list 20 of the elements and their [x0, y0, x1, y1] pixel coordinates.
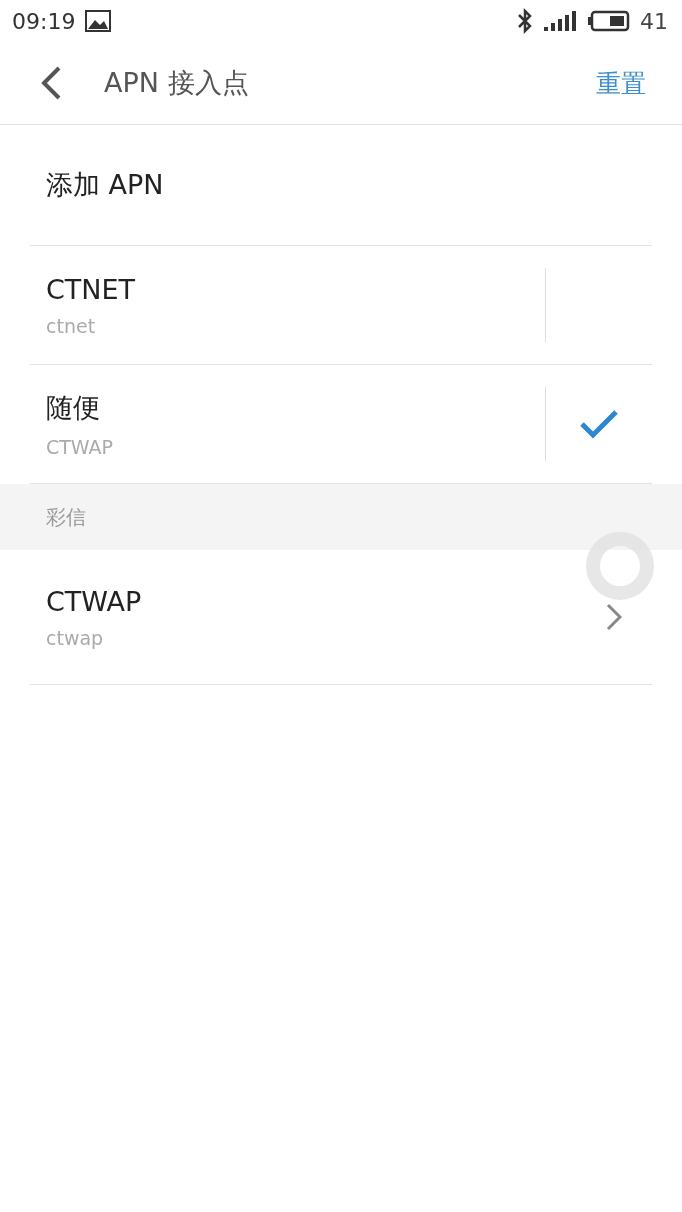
apn-value: ctwap [46, 626, 105, 649]
battery-icon [588, 10, 630, 32]
page-title: APN 接入点 [104, 66, 250, 100]
apn-value: ctnet [46, 314, 97, 337]
apn-value: CTWAP [46, 436, 115, 458]
apn-name: CTWAP [46, 585, 143, 617]
section-header: 彩信 [46, 503, 86, 531]
battery-level: 41 [640, 8, 668, 34]
signal-icon [544, 9, 578, 33]
apn-list-row[interactable]: CTNET ctnet [30, 246, 652, 365]
status-time: 09:19 [12, 8, 76, 34]
add-apn-button[interactable]: 添加 APN [30, 125, 652, 246]
mms-apn-item[interactable]: CTWAP ctwap [30, 550, 652, 685]
chevron-right-icon [606, 603, 622, 631]
image-icon [85, 10, 112, 32]
back-button[interactable] [40, 66, 62, 100]
apn-name: 随便 [46, 391, 101, 425]
reset-button[interactable]: 重置 [596, 66, 646, 100]
bluetooth-icon [516, 8, 534, 34]
apn-name: CTNET [46, 273, 137, 305]
